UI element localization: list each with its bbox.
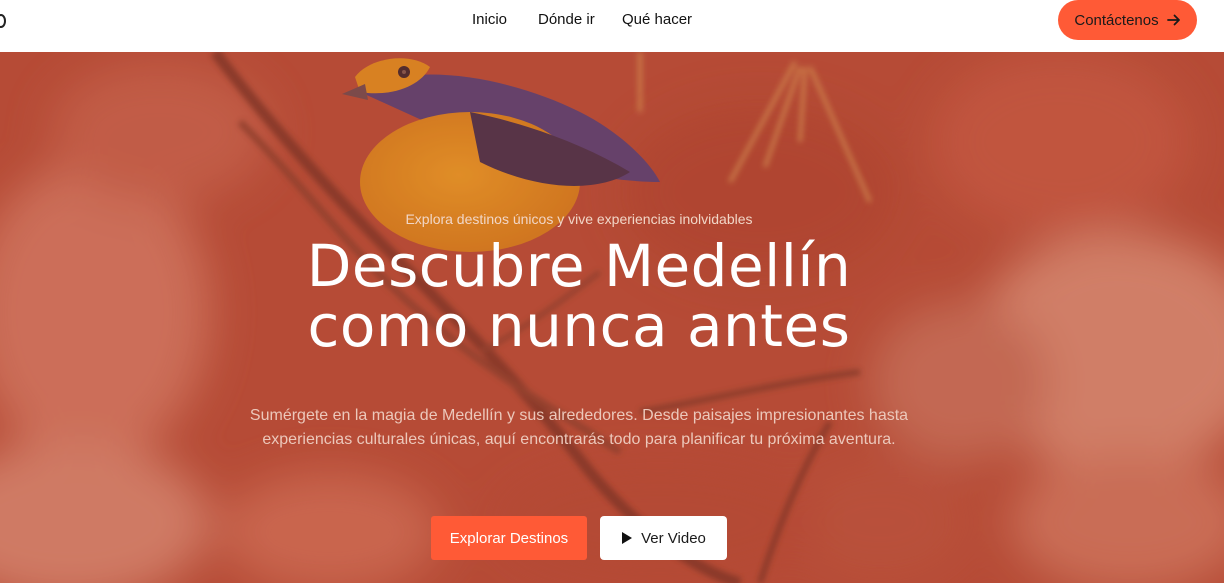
nav-link-inicio[interactable]: Inicio <box>472 11 507 28</box>
play-icon <box>622 532 633 544</box>
hero-title: Descubre Medellín como nunca antes <box>0 236 1158 356</box>
hero-title-line2: como nunca antes <box>307 292 851 360</box>
hero-tagline: Explora destinos únicos y vive experienc… <box>405 211 753 227</box>
arrow-right-icon <box>1166 14 1180 26</box>
nav-link-que-hacer[interactable]: Qué hacer <box>622 11 692 28</box>
contact-button-label: Contáctenos <box>1074 11 1159 29</box>
site-header: Inicio Dónde ir Qué hacer Contáctenos <box>0 0 1224 52</box>
hero-description: Sumérgete en la magia de Medellín y sus … <box>249 407 909 448</box>
contact-button[interactable]: Contáctenos <box>1058 0 1197 40</box>
main-nav: Inicio Dónde ir Qué hacer <box>0 0 1224 40</box>
explore-destinations-button[interactable]: Explorar Destinos <box>431 516 587 560</box>
watch-video-button[interactable]: Ver Video <box>600 516 727 560</box>
watch-video-label: Ver Video <box>641 529 706 547</box>
hero-section: Explora destinos únicos y vive experienc… <box>0 52 1224 583</box>
nav-link-donde-ir[interactable]: Dónde ir <box>538 11 595 28</box>
hero-title-line1: Descubre Medellín <box>306 232 852 300</box>
